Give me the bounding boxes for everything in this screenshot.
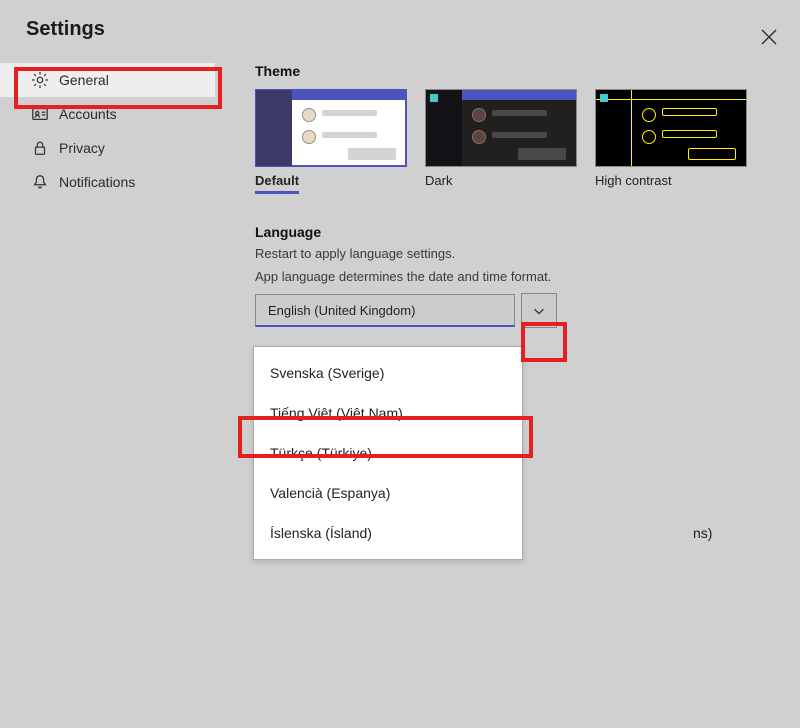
language-option[interactable]: Íslenska (Ísland) xyxy=(254,513,522,553)
sidebar-item-privacy[interactable]: Privacy xyxy=(0,131,215,165)
sidebar-item-label: Accounts xyxy=(59,106,117,122)
sidebar-item-accounts[interactable]: Accounts xyxy=(0,97,215,131)
language-restart-hint: Restart to apply language settings. xyxy=(255,246,776,261)
theme-option-default[interactable]: Default xyxy=(255,89,407,194)
chevron-down-icon[interactable] xyxy=(521,293,557,328)
theme-options: Default Dark xyxy=(255,89,776,194)
id-card-icon xyxy=(31,105,49,123)
settings-sidebar: General Accounts Privacy Notifications xyxy=(0,53,215,327)
obscured-text-fragment: ns) xyxy=(693,525,712,541)
language-description: App language determines the date and tim… xyxy=(255,269,776,284)
page-title: Settings xyxy=(26,18,774,41)
bell-icon xyxy=(31,173,49,191)
theme-thumbnail xyxy=(255,89,407,167)
theme-thumbnail xyxy=(425,89,577,167)
theme-label: High contrast xyxy=(595,173,747,188)
language-option[interactable]: Valencià (Espanya) xyxy=(254,473,522,513)
sidebar-item-label: Privacy xyxy=(59,140,105,156)
sidebar-item-notifications[interactable]: Notifications xyxy=(0,165,215,199)
theme-thumbnail xyxy=(595,89,747,167)
language-option[interactable]: Tiếng Việt (Việt Nam) xyxy=(254,393,522,433)
theme-option-dark[interactable]: Dark xyxy=(425,89,577,194)
language-option[interactable]: Svenska (Sverige) xyxy=(254,353,522,393)
lock-icon xyxy=(31,139,49,157)
language-section-title: Language xyxy=(255,224,776,240)
theme-label: Dark xyxy=(425,173,577,188)
language-dropdown-list: Svenska (Sverige) Tiếng Việt (Việt Nam) … xyxy=(253,346,523,560)
language-selected-value: English (United Kingdom) xyxy=(268,303,415,318)
annotation-highlight xyxy=(521,322,567,362)
sidebar-item-label: General xyxy=(59,72,109,88)
gear-icon xyxy=(31,71,49,89)
sidebar-item-general[interactable]: General xyxy=(0,63,215,97)
theme-label: Default xyxy=(255,173,299,194)
sidebar-item-label: Notifications xyxy=(59,174,135,190)
language-option[interactable]: Türkçe (Türkiye) xyxy=(254,433,522,473)
theme-section-title: Theme xyxy=(255,63,776,79)
theme-option-high-contrast[interactable]: High contrast xyxy=(595,89,747,194)
language-dropdown[interactable]: English (United Kingdom) xyxy=(255,294,515,327)
close-icon[interactable] xyxy=(760,28,778,46)
